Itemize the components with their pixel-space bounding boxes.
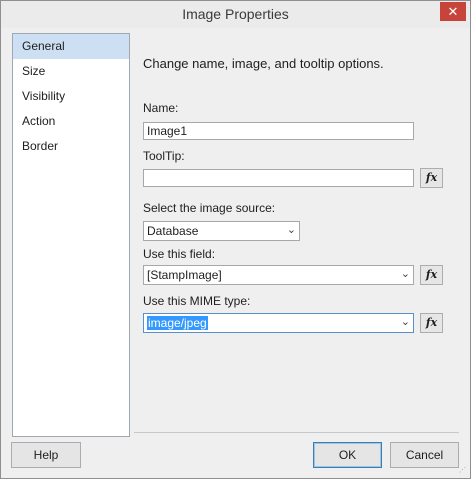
field-expression-button[interactable]: fx bbox=[420, 265, 443, 285]
fx-icon: fx bbox=[425, 316, 438, 329]
sidebar: General Size Visibility Action Border bbox=[12, 33, 130, 437]
tooltip-label: ToolTip: bbox=[143, 149, 185, 163]
sidebar-item-visibility[interactable]: Visibility bbox=[13, 84, 129, 109]
mime-value: image/jpeg bbox=[147, 316, 208, 330]
chevron-down-icon: ⌄ bbox=[400, 268, 410, 280]
mime-select[interactable]: image/jpeg ⌄ bbox=[143, 313, 414, 333]
close-icon: ✕ bbox=[447, 4, 459, 19]
help-button[interactable]: Help bbox=[11, 442, 81, 468]
field-label: Use this field: bbox=[143, 247, 216, 261]
ok-button[interactable]: OK bbox=[313, 442, 382, 468]
window-title: Image Properties bbox=[182, 6, 289, 22]
close-button[interactable]: ✕ bbox=[440, 2, 466, 21]
name-input[interactable]: Image1 bbox=[143, 122, 414, 140]
sidebar-item-action[interactable]: Action bbox=[13, 109, 129, 134]
mime-expression-button[interactable]: fx bbox=[420, 313, 443, 333]
mime-label: Use this MIME type: bbox=[143, 294, 251, 308]
fx-icon: fx bbox=[425, 268, 438, 281]
sidebar-item-border[interactable]: Border bbox=[13, 134, 129, 159]
tooltip-expression-button[interactable]: fx bbox=[420, 168, 443, 188]
cancel-button[interactable]: Cancel bbox=[390, 442, 459, 468]
sidebar-item-size[interactable]: Size bbox=[13, 59, 129, 84]
tooltip-input[interactable] bbox=[143, 169, 414, 187]
field-value: [StampImage] bbox=[147, 268, 222, 282]
image-properties-dialog: Image Properties ✕ General Size Visibili… bbox=[0, 0, 471, 479]
sidebar-item-general[interactable]: General bbox=[13, 34, 129, 59]
image-source-value: Database bbox=[147, 224, 199, 238]
divider bbox=[134, 432, 459, 433]
image-source-label: Select the image source: bbox=[143, 201, 276, 215]
image-source-select[interactable]: Database ⌄ bbox=[143, 221, 300, 241]
chevron-down-icon: ⌄ bbox=[400, 316, 410, 328]
resize-grip-icon[interactable]: ⋰ bbox=[459, 467, 467, 475]
page-heading: Change name, image, and tooltip options. bbox=[143, 56, 384, 71]
name-label: Name: bbox=[143, 101, 179, 115]
field-select[interactable]: [StampImage] ⌄ bbox=[143, 265, 414, 285]
title-bar[interactable]: Image Properties ✕ bbox=[1, 1, 470, 28]
fx-icon: fx bbox=[425, 171, 438, 184]
chevron-down-icon: ⌄ bbox=[286, 224, 296, 236]
